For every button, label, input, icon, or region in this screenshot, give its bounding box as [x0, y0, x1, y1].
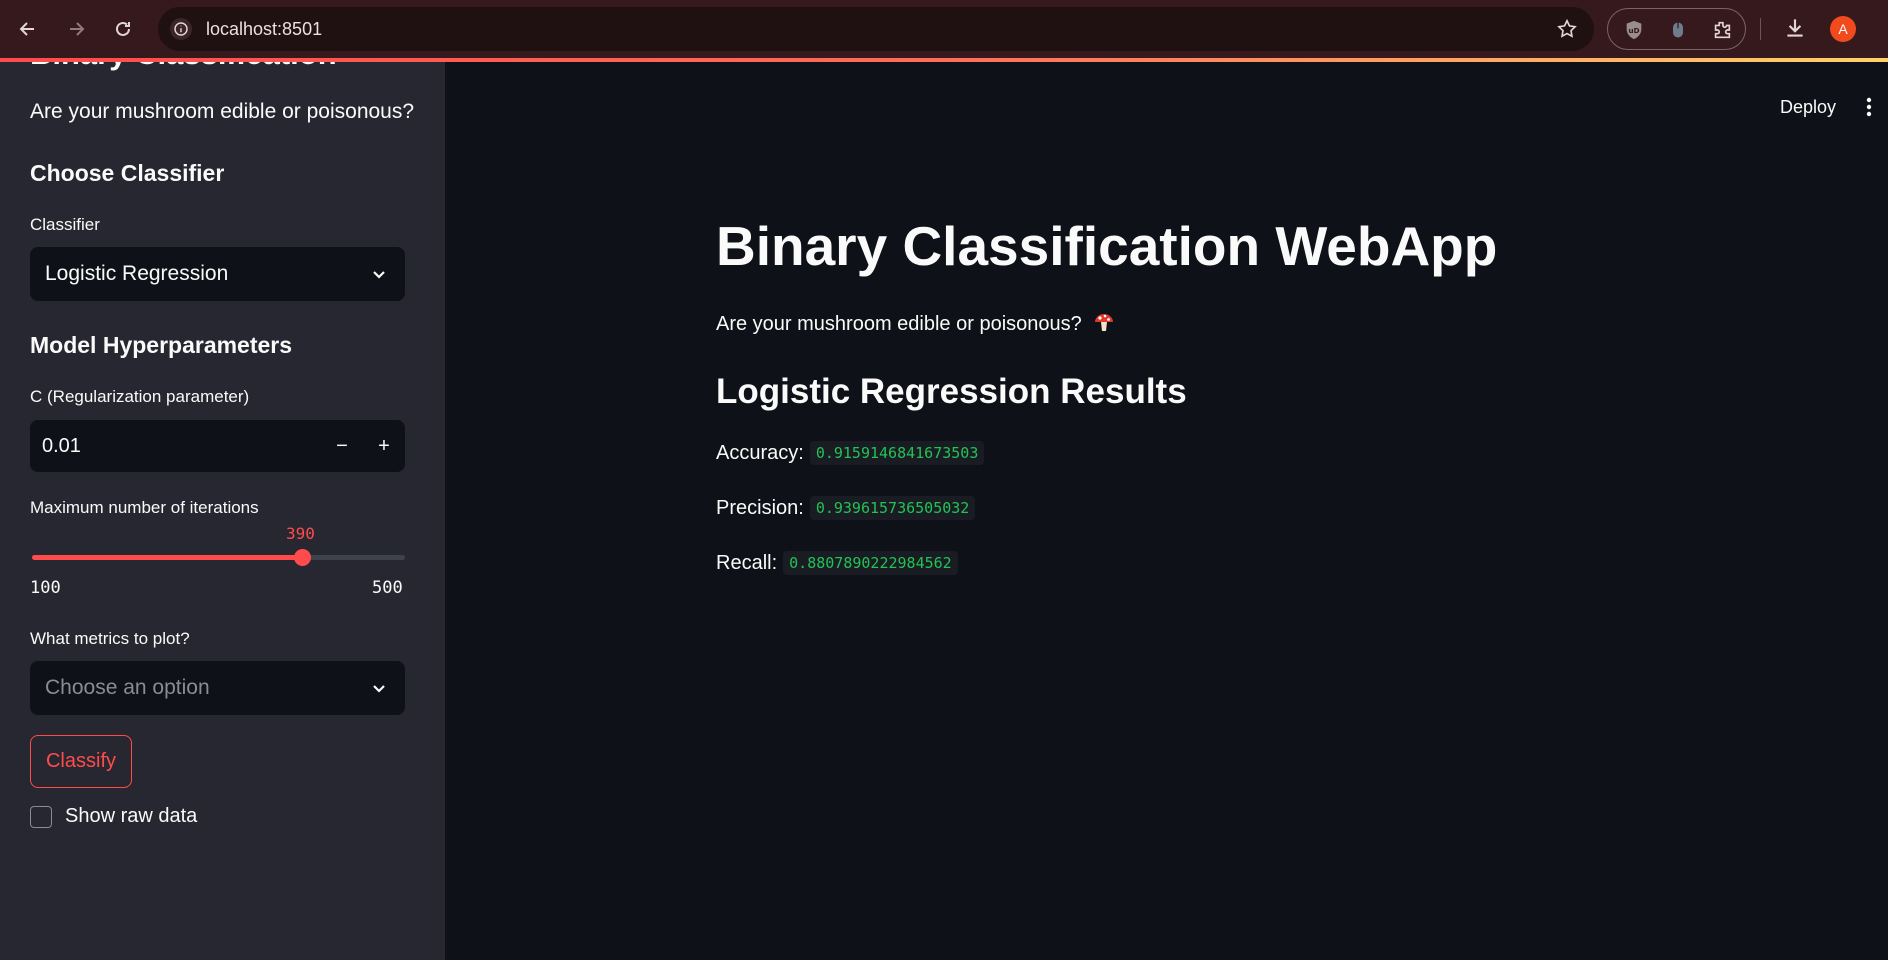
- reload-icon[interactable]: [107, 13, 139, 45]
- choose-classifier-heading: Choose Classifier: [30, 160, 225, 186]
- toolbar-divider: [1760, 18, 1761, 40]
- page-title: Binary Classification WebApp: [716, 215, 1498, 277]
- svg-text:uD: uD: [1628, 26, 1639, 35]
- page-subtitle-text: Are your mushroom edible or poisonous?: [716, 313, 1082, 335]
- chevron-down-icon: [369, 264, 389, 284]
- c-param-label: C (Regularization parameter): [30, 387, 250, 406]
- mouse-extension-icon[interactable]: [1666, 18, 1690, 42]
- metrics-placeholder: Choose an option: [45, 676, 210, 699]
- slider-min-label: 100: [30, 578, 61, 598]
- show-raw-data-label[interactable]: Show raw data: [65, 805, 197, 828]
- chevron-down-icon: [369, 678, 389, 698]
- show-raw-data-checkbox[interactable]: [30, 806, 52, 828]
- precision-row: Precision: 0.939615736505032: [716, 496, 976, 520]
- metrics-label: What metrics to plot?: [30, 629, 190, 648]
- sidebar-subtitle: Are your mushroom edible or poisonous?: [30, 100, 415, 123]
- url-text: localhost:8501: [206, 19, 323, 39]
- hyperparameters-heading: Model Hyperparameters: [30, 332, 293, 358]
- accuracy-label: Accuracy:: [716, 441, 804, 464]
- metrics-multiselect[interactable]: Choose an option: [30, 661, 405, 715]
- increment-button[interactable]: +: [364, 420, 404, 472]
- sidebar: Binary Classification Are your mushroom …: [0, 62, 445, 960]
- deploy-button[interactable]: Deploy: [1780, 97, 1836, 118]
- slider-fill: [32, 555, 303, 560]
- accuracy-value: 0.9159146841673503: [809, 441, 985, 465]
- classify-button[interactable]: Classify: [30, 735, 132, 788]
- bookmark-star-icon[interactable]: [1556, 18, 1578, 40]
- c-param-value: 0.01: [42, 435, 81, 457]
- slider-thumb[interactable]: [294, 549, 312, 566]
- page-subtitle: Are your mushroom edible or poisonous?: [716, 311, 1115, 336]
- sidebar-title: Binary Classification: [30, 62, 337, 72]
- max-iterations-slider[interactable]: [32, 549, 405, 566]
- download-icon[interactable]: [1782, 15, 1808, 41]
- puzzle-extensions-icon[interactable]: [1710, 18, 1734, 42]
- recall-label: Recall:: [716, 551, 778, 574]
- ublock-shield-icon[interactable]: uD: [1622, 18, 1646, 42]
- recall-value: 0.8807890222984562: [783, 551, 958, 575]
- mushroom-icon: [1093, 311, 1115, 333]
- accuracy-row: Accuracy: 0.9159146841673503: [716, 441, 985, 465]
- precision-value: 0.939615736505032: [809, 496, 976, 520]
- browser-toolbar: localhost:8501 uD A: [0, 0, 1888, 58]
- profile-avatar[interactable]: A: [1830, 16, 1856, 42]
- site-info-icon[interactable]: [170, 18, 192, 40]
- results-heading: Logistic Regression Results: [716, 372, 1187, 411]
- slider-max-label: 500: [372, 578, 403, 598]
- extensions-group: uD: [1607, 8, 1746, 50]
- slider-current-value: 390: [286, 524, 315, 543]
- max-iterations-label: Maximum number of iterations: [30, 498, 259, 517]
- c-param-input[interactable]: 0.01 − +: [30, 420, 405, 472]
- classifier-select-value: Logistic Regression: [45, 262, 229, 285]
- more-menu-icon[interactable]: [1862, 94, 1876, 120]
- classifier-select[interactable]: Logistic Regression: [30, 247, 405, 301]
- back-icon[interactable]: [12, 13, 44, 45]
- recall-row: Recall: 0.8807890222984562: [716, 551, 958, 575]
- forward-icon[interactable]: [60, 13, 92, 45]
- address-bar[interactable]: localhost:8501: [158, 7, 1594, 51]
- classifier-label: Classifier: [30, 215, 100, 234]
- decrement-button[interactable]: −: [322, 420, 362, 472]
- precision-label: Precision:: [716, 496, 804, 519]
